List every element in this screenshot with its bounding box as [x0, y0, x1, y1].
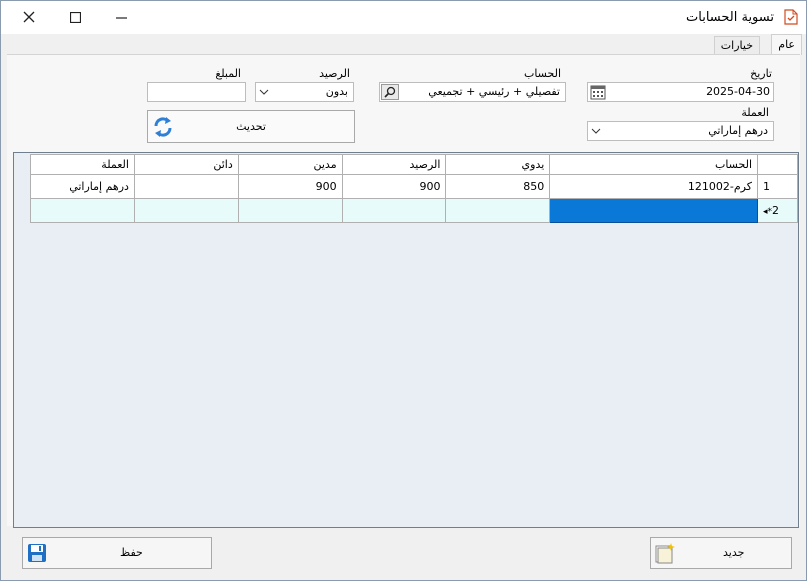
chevron-down-icon: [591, 128, 601, 134]
column-header-debit[interactable]: مدين: [237, 154, 343, 175]
column-header-row-number: [757, 154, 798, 175]
new-button[interactable]: جديد: [650, 537, 792, 569]
minimize-button[interactable]: [98, 5, 144, 29]
accounts-grid[interactable]: العملة دائن مدين الرصيد يدوي الحساب درهم…: [13, 152, 799, 528]
refresh-button[interactable]: تحديث: [147, 110, 355, 143]
floppy-disk-icon: [28, 544, 46, 562]
account-value: تفصيلي + رئيسي + تجميعي: [428, 85, 560, 98]
search-icon: [384, 86, 396, 98]
calendar-icon[interactable]: [590, 84, 606, 100]
date-picker[interactable]: 2025-04-30: [587, 82, 774, 102]
cell-debit[interactable]: 900: [237, 174, 343, 199]
tab-general[interactable]: عام: [771, 34, 802, 55]
new-document-icon: [655, 543, 675, 564]
minimize-icon: [115, 16, 127, 19]
new-row-marker: ◂*: [763, 207, 773, 217]
cell-credit[interactable]: [133, 198, 239, 223]
new-row[interactable]: ◂*2: [30, 198, 798, 223]
new-label: جديد: [723, 546, 745, 559]
table-row[interactable]: درهم إماراتي 900 900 850 121002-كرم 1: [30, 174, 798, 199]
document-icon: [784, 9, 798, 25]
account-field[interactable]: تفصيلي + رئيسي + تجميعي: [379, 82, 566, 102]
tab-options[interactable]: خيارات: [713, 36, 760, 54]
column-header-manual[interactable]: يدوي: [445, 154, 551, 175]
row-number: 2: [772, 204, 780, 217]
cell-manual[interactable]: 850: [445, 174, 551, 199]
save-label: حفظ: [120, 546, 143, 559]
amount-input[interactable]: [147, 82, 246, 102]
close-icon: [23, 11, 35, 23]
new-row-indicator[interactable]: ◂*2: [757, 198, 798, 223]
cell-account[interactable]: 121002-كرم: [549, 174, 758, 199]
date-label: تاريخ: [750, 67, 772, 80]
balance-value: بدون: [325, 85, 348, 98]
currency-select[interactable]: درهم إماراتي: [587, 121, 774, 141]
cell-balance[interactable]: 900: [341, 174, 447, 199]
accounts-table: العملة دائن مدين الرصيد يدوي الحساب درهم…: [30, 154, 798, 223]
cell-debit[interactable]: [237, 198, 343, 223]
window-title: تسوية الحسابات: [686, 10, 774, 25]
column-header-balance[interactable]: الرصيد: [341, 154, 447, 175]
tab-strip: عام خيارات: [1, 34, 806, 55]
selected-cell-account[interactable]: [549, 198, 758, 223]
cell-currency[interactable]: درهم إماراتي: [30, 174, 135, 199]
account-label: الحساب: [523, 67, 561, 80]
cell-credit[interactable]: [133, 174, 239, 199]
currency-value: درهم إماراتي: [708, 124, 768, 137]
cell-balance[interactable]: [341, 198, 447, 223]
refresh-icon: [154, 117, 172, 137]
chevron-down-icon: [259, 89, 269, 95]
amount-label: المبلغ: [215, 67, 241, 80]
currency-label: العملة: [741, 106, 769, 119]
header-row: العملة دائن مدين الرصيد يدوي الحساب: [30, 154, 798, 175]
title-bar: تسوية الحسابات: [1, 1, 806, 34]
date-value: 2025-04-30: [706, 85, 770, 98]
settlement-window: تسوية الحسابات عام خيارات تاريخ 2025-04-…: [0, 0, 807, 581]
refresh-label: تحديث: [236, 120, 266, 133]
save-button[interactable]: حفظ: [22, 537, 212, 569]
maximize-icon: [69, 11, 81, 23]
cell-currency[interactable]: [30, 198, 135, 223]
account-search-button[interactable]: [381, 84, 399, 100]
maximize-button[interactable]: [52, 5, 98, 29]
column-header-credit[interactable]: دائن: [133, 154, 239, 175]
balance-select[interactable]: بدون: [255, 82, 354, 102]
balance-label: الرصيد: [319, 67, 350, 80]
close-button[interactable]: [6, 5, 52, 29]
column-header-account[interactable]: الحساب: [549, 154, 758, 175]
column-header-currency[interactable]: العملة: [30, 154, 135, 175]
cell-manual[interactable]: [445, 198, 551, 223]
row-number[interactable]: 1: [757, 174, 798, 199]
